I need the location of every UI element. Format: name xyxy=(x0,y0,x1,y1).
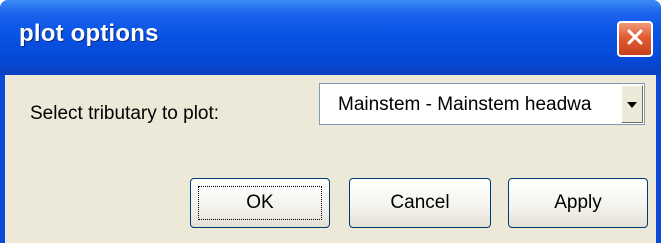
tributary-selected-value: Mainstem - Mainstem headwa xyxy=(338,94,592,115)
ok-button[interactable]: OK xyxy=(190,178,330,228)
apply-button-label: Apply xyxy=(554,192,602,213)
cancel-button-label: Cancel xyxy=(390,192,450,213)
title-bar[interactable]: plot options xyxy=(0,0,661,75)
close-icon xyxy=(625,27,645,52)
chevron-down-icon xyxy=(627,95,637,113)
focus-rectangle xyxy=(198,186,322,220)
cancel-button[interactable]: Cancel xyxy=(349,178,491,228)
dialog-body: Select tributary to plot: Mainstem - Mai… xyxy=(5,75,656,243)
tributary-label: Select tributary to plot: xyxy=(30,103,220,124)
apply-button[interactable]: Apply xyxy=(508,178,648,228)
window-title: plot options xyxy=(19,20,159,47)
close-button[interactable] xyxy=(617,21,653,57)
tributary-select[interactable]: Mainstem - Mainstem headwa xyxy=(319,83,645,125)
dialog-window: plot options Select tributary to plot: M… xyxy=(0,0,661,243)
dropdown-button[interactable] xyxy=(621,85,643,123)
